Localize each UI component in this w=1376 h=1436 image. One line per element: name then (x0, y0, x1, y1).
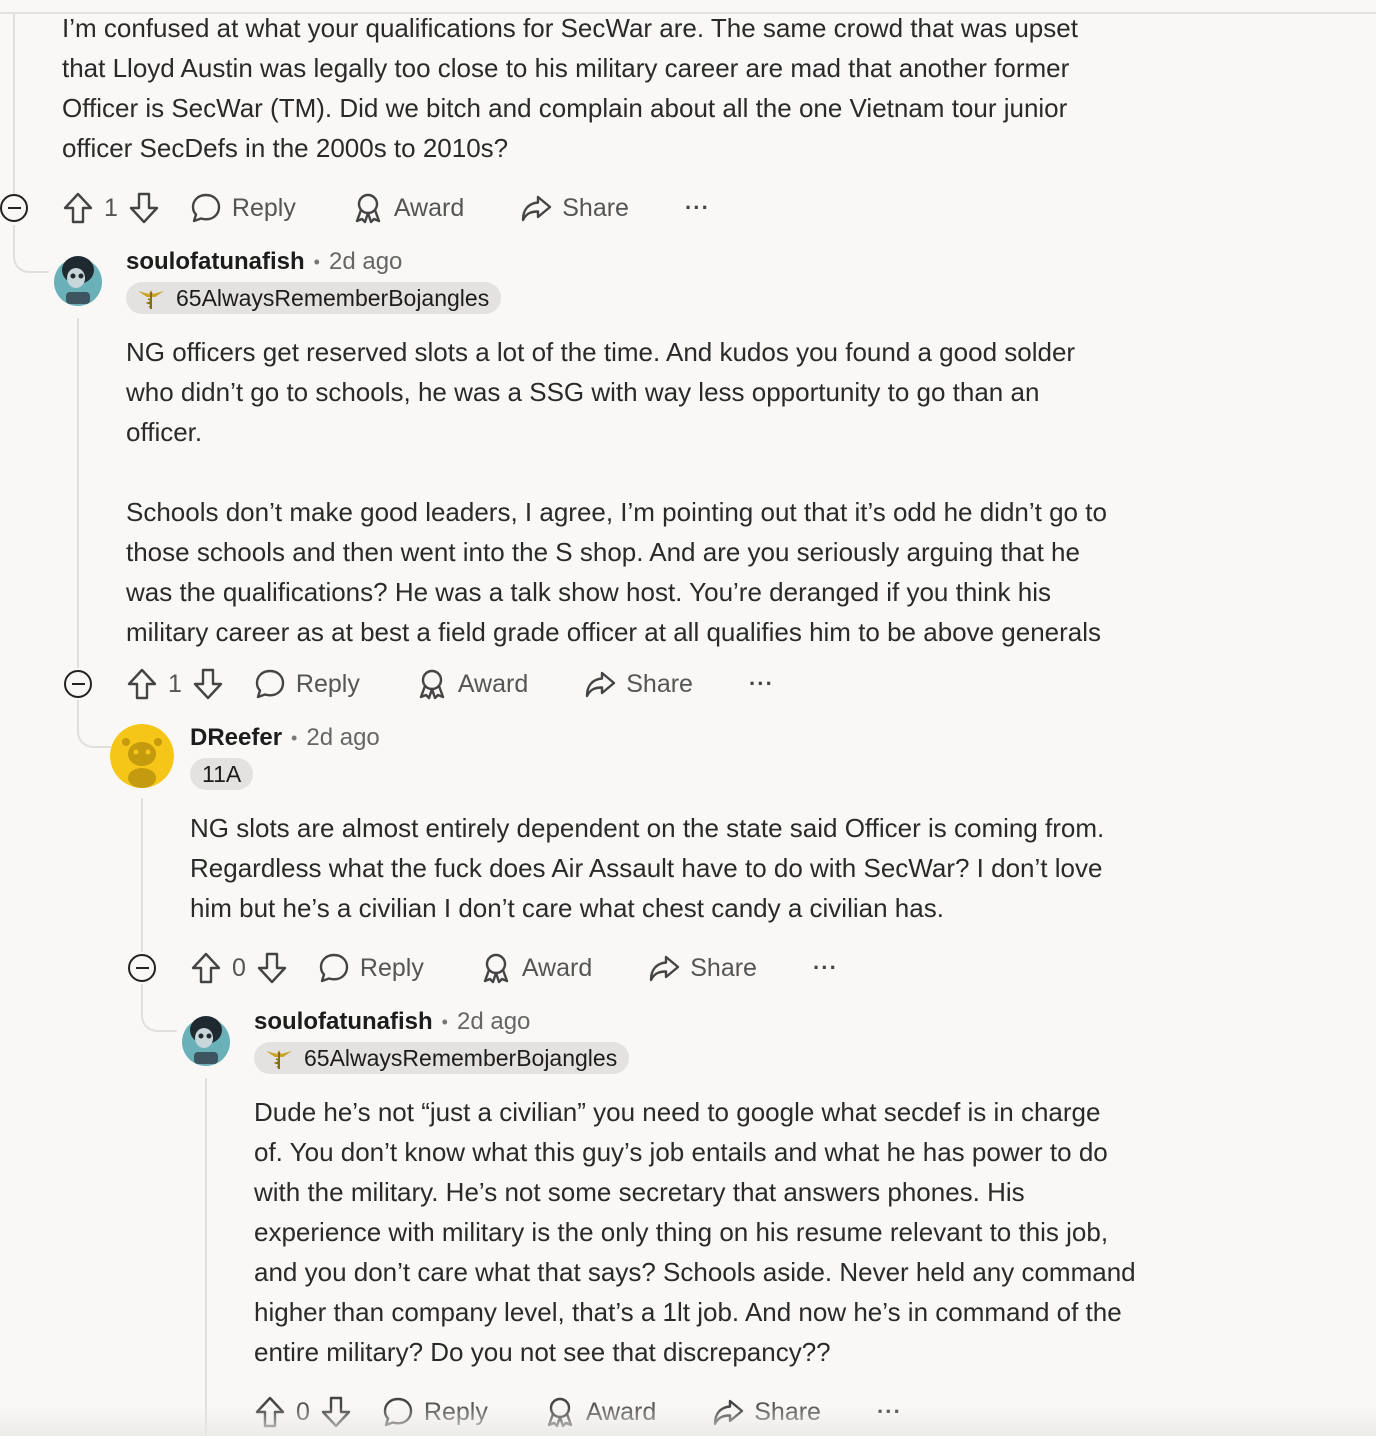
share-arrow-icon (520, 192, 552, 224)
award-ribbon-icon (480, 952, 512, 984)
comment-actions: 1 Reply Award Share ··· (62, 188, 710, 228)
thread-line-level-3 (205, 1078, 207, 1436)
flair-text: 65AlwaysRememberBojangles (304, 1044, 618, 1071)
comment-actions: 0 Reply Award Share ··· (190, 948, 838, 988)
comment-header: soulofatunafish • 2d ago (126, 247, 402, 277)
comment-body: I’m confused at what your qualifications… (62, 13, 1078, 163)
comment-header: DReefer • 2d ago (190, 723, 380, 753)
comment-body: Dude he’s not “just a civilian” you need… (254, 1097, 1136, 1367)
upvote-arrow-icon[interactable] (62, 191, 94, 225)
caduceus-icon (136, 286, 166, 310)
reply-button[interactable]: Reply (190, 192, 296, 224)
timestamp[interactable]: 2d ago (329, 248, 402, 276)
bottom-fade (0, 1406, 1376, 1436)
user-flair: 65AlwaysRememberBojangles (126, 282, 502, 314)
comment-body: NG slots are almost entirely dependent o… (190, 813, 1105, 923)
vote-count: 1 (168, 669, 182, 698)
thread-connector-2 (77, 700, 111, 748)
more-options-button[interactable]: ··· (749, 671, 774, 697)
share-button[interactable]: Share (584, 668, 693, 700)
thread-connector-1 (13, 225, 51, 273)
user-flair: 65AlwaysRememberBojangles (254, 1042, 630, 1074)
downvote-arrow-icon[interactable] (192, 667, 224, 701)
comment-header: soulofatunafish • 2d ago (254, 1007, 530, 1037)
upvote-arrow-icon[interactable] (126, 667, 158, 701)
caduceus-icon (264, 1046, 294, 1070)
avatar[interactable] (48, 248, 108, 308)
share-arrow-icon (648, 952, 680, 984)
award-button[interactable]: Award (352, 192, 464, 224)
flair-text: 11A (202, 760, 242, 787)
award-ribbon-icon (352, 192, 384, 224)
flair-text: 65AlwaysRememberBojangles (176, 284, 490, 311)
collapse-minus-icon[interactable] (64, 670, 92, 698)
upvote-arrow-icon[interactable] (190, 951, 222, 985)
collapse-minus-icon[interactable] (0, 194, 28, 222)
separator-dot: • (441, 1011, 448, 1032)
author-username[interactable]: soulofatunafish (126, 248, 305, 276)
award-button[interactable]: Award (480, 952, 592, 984)
author-username[interactable]: soulofatunafish (254, 1008, 433, 1036)
thread-line-level-1 (77, 318, 79, 668)
award-button[interactable]: Award (416, 668, 528, 700)
share-button[interactable]: Share (648, 952, 757, 984)
speech-bubble-icon (254, 668, 286, 700)
user-flair: 11A (190, 758, 254, 790)
share-button[interactable]: Share (520, 192, 629, 224)
timestamp[interactable]: 2d ago (457, 1008, 530, 1036)
vote-count: 0 (232, 953, 246, 982)
separator-dot: • (291, 727, 298, 748)
share-arrow-icon (584, 668, 616, 700)
downvote-arrow-icon[interactable] (128, 191, 160, 225)
comment-actions: 1 Reply Award Share ··· (126, 664, 774, 704)
comment-body: NG officers get reserved slots a lot of … (126, 337, 1107, 647)
more-options-button[interactable]: ··· (685, 195, 710, 221)
more-options-button[interactable]: ··· (813, 955, 838, 981)
avatar[interactable] (176, 1008, 236, 1068)
avatar[interactable] (110, 724, 174, 788)
downvote-arrow-icon[interactable] (256, 951, 288, 985)
thread-line-level-2 (141, 798, 143, 952)
thread-connector-3 (141, 984, 177, 1032)
vote-count: 1 (104, 193, 118, 222)
thread-line-level-0 (13, 14, 15, 194)
award-ribbon-icon (416, 668, 448, 700)
speech-bubble-icon (190, 192, 222, 224)
separator-dot: • (313, 251, 320, 272)
timestamp[interactable]: 2d ago (306, 724, 379, 752)
reply-button[interactable]: Reply (318, 952, 424, 984)
reply-button[interactable]: Reply (254, 668, 360, 700)
speech-bubble-icon (318, 952, 350, 984)
collapse-minus-icon[interactable] (128, 954, 156, 982)
author-username[interactable]: DReefer (190, 724, 282, 752)
